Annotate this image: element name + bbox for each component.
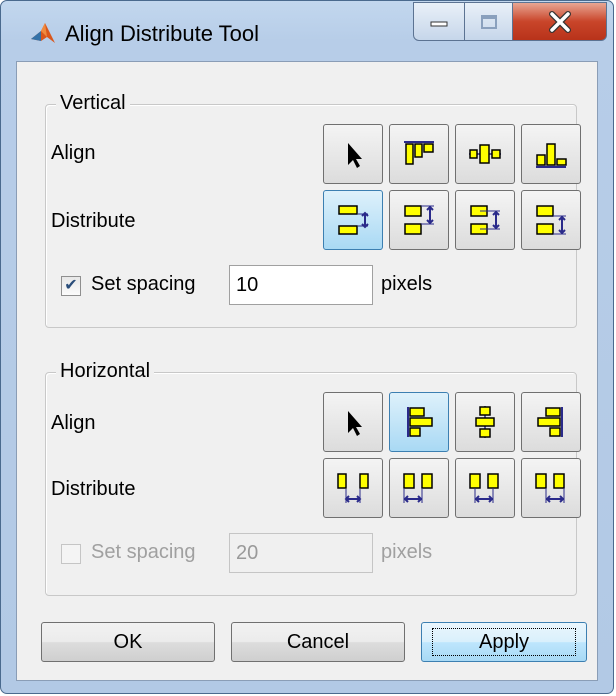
- horizontal-distribute-label: Distribute: [51, 478, 136, 500]
- horizontal-align-label: Align: [51, 412, 96, 434]
- horizontal-spacing-unit: pixels: [381, 541, 433, 563]
- window-title: Align Distribute Tool: [65, 21, 260, 46]
- vertical-spacing-label: Set spacing: [91, 273, 196, 295]
- dialog-window: Align Distribute Tool Vertical Align Dis…: [0, 0, 614, 694]
- apply-button[interactable]: Apply: [421, 622, 587, 662]
- horizontal-distribute-right-button[interactable]: [521, 458, 581, 518]
- vertical-align-bottom-button[interactable]: [521, 124, 581, 184]
- close-button[interactable]: [513, 2, 607, 41]
- horizontal-distribute-center-button[interactable]: [455, 458, 515, 518]
- vertical-group-title: Vertical: [56, 92, 130, 115]
- vertical-spacing-unit: pixels: [381, 273, 433, 295]
- minimize-button[interactable]: [413, 2, 465, 41]
- align-horizontal-center-icon: [475, 406, 495, 438]
- distribute-top-icon: [404, 205, 434, 235]
- align-right-icon: [537, 407, 563, 437]
- vertical-spacing-input[interactable]: [229, 265, 373, 305]
- align-vertical-center-icon: [469, 144, 501, 164]
- vertical-align-middle-button[interactable]: [455, 124, 515, 184]
- maximize-button[interactable]: [465, 2, 513, 41]
- horizontal-align-off-button[interactable]: [323, 392, 383, 452]
- align-top-icon: [404, 141, 434, 165]
- distribute-vertical-spacing-icon: [338, 205, 369, 235]
- vertical-align-off-button[interactable]: [323, 124, 383, 184]
- window-controls: [413, 2, 607, 42]
- horizontal-spacing-checkbox[interactable]: [61, 544, 81, 564]
- distribute-center-icon: [469, 473, 499, 503]
- apply-button-label: Apply: [431, 627, 577, 656]
- align-left-icon: [407, 407, 433, 437]
- ok-button[interactable]: OK: [41, 622, 215, 662]
- close-icon: [548, 10, 571, 33]
- distribute-middle-icon: [470, 205, 500, 235]
- vertical-align-top-button[interactable]: [389, 124, 449, 184]
- vertical-align-label: Align: [51, 142, 96, 164]
- matlab-logo-icon: [31, 23, 55, 43]
- horizontal-spacing-label: Set spacing: [91, 541, 196, 563]
- horizontal-align-right-button[interactable]: [521, 392, 581, 452]
- pointer-icon: [348, 143, 362, 168]
- distribute-horizontal-spacing-icon: [337, 473, 369, 503]
- cancel-button[interactable]: Cancel: [231, 622, 405, 662]
- horizontal-align-center-button[interactable]: [455, 392, 515, 452]
- minimize-icon: [430, 21, 448, 26]
- distribute-right-icon: [535, 473, 565, 503]
- vertical-distribute-bottom-button[interactable]: [521, 190, 581, 250]
- horizontal-align-left-button[interactable]: [389, 392, 449, 452]
- maximize-icon: [480, 14, 497, 29]
- horizontal-spacing-input[interactable]: [229, 533, 373, 573]
- horizontal-distribute-left-button[interactable]: [389, 458, 449, 518]
- dialog-client-area: Vertical Align Distribute ✔ Set spacing …: [16, 61, 598, 681]
- pointer-icon: [348, 411, 362, 436]
- vertical-distribute-label: Distribute: [51, 210, 136, 232]
- vertical-distribute-middle-button[interactable]: [455, 190, 515, 250]
- horizontal-group-title: Horizontal: [56, 360, 155, 383]
- align-bottom-icon: [536, 143, 567, 168]
- vertical-distribute-top-button[interactable]: [389, 190, 449, 250]
- vertical-distribute-spacing-button[interactable]: [323, 190, 383, 250]
- title-bar[interactable]: Align Distribute Tool: [1, 1, 613, 61]
- distribute-left-icon: [403, 473, 433, 503]
- horizontal-distribute-spacing-button[interactable]: [323, 458, 383, 518]
- vertical-spacing-checkbox[interactable]: ✔: [61, 276, 81, 296]
- distribute-bottom-icon: [536, 205, 566, 235]
- checkmark-icon: ✔: [64, 277, 78, 294]
